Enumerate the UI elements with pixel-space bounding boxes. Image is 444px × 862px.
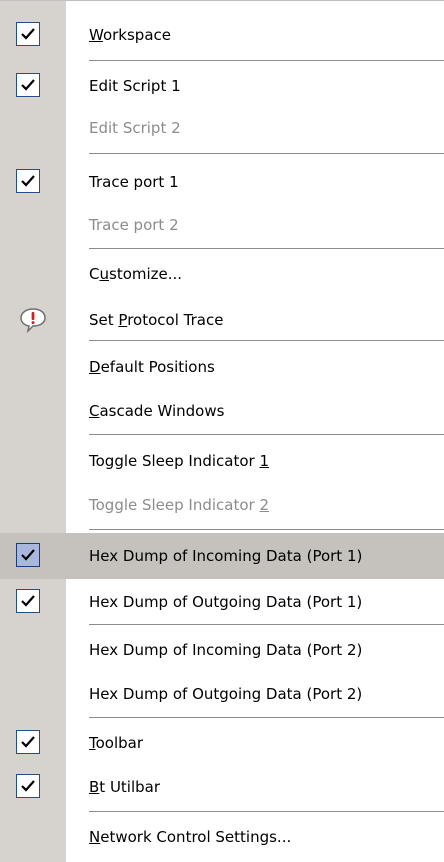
menu-item-label: Bt Utilbar: [89, 778, 161, 796]
menu-separator: [89, 624, 444, 626]
menu-item-label: Trace port 1: [89, 173, 179, 191]
check-icon: [16, 774, 40, 798]
menu-item-label: Hex Dump of Incoming Data (Port 1): [89, 547, 363, 565]
menu-item-label: Cascade Windows: [89, 402, 225, 420]
menu-item-label: Set Protocol Trace: [89, 311, 224, 329]
menu-item-network-control-settings[interactable]: Network Control Settings...: [0, 814, 444, 860]
menu-item-label: Edit Script 1: [89, 77, 181, 95]
menu-item-cascade-windows[interactable]: Cascade Windows: [0, 388, 444, 434]
menu-item-label: Toggle Sleep Indicator 2: [89, 496, 270, 514]
menu-item-hex-dump-incoming-port-1[interactable]: Hex Dump of Incoming Data (Port 1): [0, 533, 444, 579]
menu-item-label: Hex Dump of Incoming Data (Port 2): [89, 641, 363, 659]
menu-separator: [89, 60, 444, 62]
menu-separator: [89, 529, 444, 531]
check-icon: [16, 543, 40, 567]
menu-item-label: Toggle Sleep Indicator 1: [89, 452, 270, 470]
menu-item-label: Default Positions: [89, 358, 215, 376]
check-icon: [16, 589, 40, 613]
menu-item-workspace[interactable]: Workspace: [0, 12, 444, 58]
menu-separator: [89, 811, 444, 813]
menu-separator: [89, 153, 444, 155]
check-icon: [16, 73, 40, 97]
menu-item-hex-dump-outgoing-port-2[interactable]: Hex Dump of Outgoing Data (Port 2): [0, 671, 444, 717]
menu-item-label: Edit Script 2: [89, 119, 181, 137]
menu-item-label: Toolbar: [89, 734, 144, 752]
menu-item-edit-script-1[interactable]: Edit Script 1: [0, 63, 444, 109]
menu-item-edit-script-2[interactable]: Edit Script 2: [0, 105, 444, 151]
speech-bubble-alert-icon: [20, 308, 46, 333]
menu-item-toggle-sleep-indicator-1[interactable]: Toggle Sleep Indicator 1: [0, 438, 444, 484]
menu-separator: [89, 434, 444, 436]
menu-separator: [89, 248, 444, 250]
check-icon: [16, 169, 40, 193]
check-icon: [16, 22, 40, 46]
menu-item-bt-utilbar[interactable]: Bt Utilbar: [0, 764, 444, 810]
menu-item-customize[interactable]: Customize...: [0, 251, 444, 297]
menu-separator: [89, 340, 444, 342]
menu-item-toggle-sleep-indicator-2[interactable]: Toggle Sleep Indicator 2: [0, 482, 444, 528]
menu-item-label: Hex Dump of Outgoing Data (Port 2): [89, 685, 363, 703]
menu-item-label: Hex Dump of Outgoing Data (Port 1): [89, 593, 363, 611]
menu-item-default-positions[interactable]: Default Positions: [0, 344, 444, 390]
check-icon: [16, 730, 40, 754]
menu-item-trace-port-1[interactable]: Trace port 1: [0, 159, 444, 205]
view-menu: Workspace Edit Script 1 Edit Script 2 Tr…: [0, 0, 444, 862]
menu-item-hex-dump-outgoing-port-1[interactable]: Hex Dump of Outgoing Data (Port 1): [0, 579, 444, 625]
menu-item-set-protocol-trace[interactable]: Set Protocol Trace: [0, 297, 444, 343]
menu-item-label: Customize...: [89, 265, 183, 283]
menu-item-toolbar[interactable]: Toolbar: [0, 720, 444, 766]
menu-separator: [89, 717, 444, 719]
menu-item-label: Workspace: [89, 26, 171, 44]
menu-item-label: Network Control Settings...: [89, 828, 292, 846]
menu-item-label: Trace port 2: [89, 216, 179, 234]
menu-item-hex-dump-incoming-port-2[interactable]: Hex Dump of Incoming Data (Port 2): [0, 627, 444, 673]
menu-item-trace-port-2[interactable]: Trace port 2: [0, 202, 444, 248]
